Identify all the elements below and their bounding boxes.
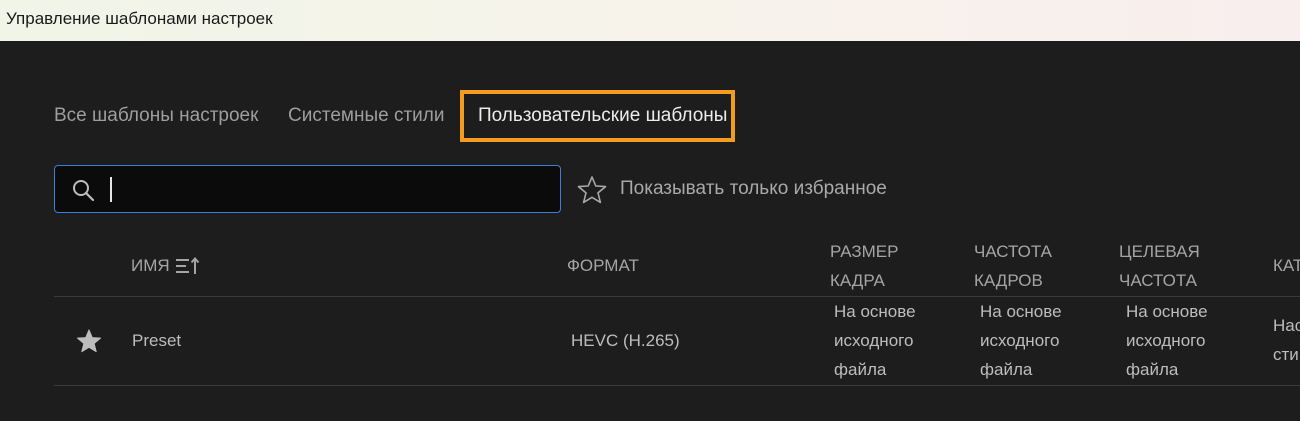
row-divider xyxy=(54,385,1300,386)
target-rate-cell-line3: файла xyxy=(1126,360,1179,379)
star-outline-icon[interactable] xyxy=(577,175,607,205)
column-header-frame-rate[interactable]: ЧАСТОТА КАДРОВ xyxy=(974,237,1094,295)
column-header-frame-size[interactable]: РАЗМЕР КАДРА xyxy=(830,237,950,295)
frame-size-cell: На основе исходного файла xyxy=(834,297,944,384)
tab-system-styles[interactable]: Системные стили xyxy=(288,90,444,142)
search-box xyxy=(54,165,561,213)
frame-size-cell-line2: исходного xyxy=(834,331,914,350)
star-filled-icon[interactable] xyxy=(76,328,102,354)
column-header-frame-size-line2: КАДРА xyxy=(830,271,885,290)
format-cell: HEVC (H.265) xyxy=(571,331,680,350)
category-cell: Нас сти xyxy=(1273,311,1300,369)
frame-size-cell-line1: На основе xyxy=(834,302,916,321)
frame-rate-cell-line1: На основе xyxy=(980,302,1062,321)
frame-rate-cell: На основе исходного файла xyxy=(980,297,1090,384)
category-cell-line2: сти xyxy=(1273,345,1299,364)
column-header-frame-rate-line1: ЧАСТОТА xyxy=(974,242,1053,261)
column-header-name[interactable]: ИМЯ xyxy=(131,251,200,280)
header-divider xyxy=(54,296,1300,297)
target-rate-cell: На основе исходного файла xyxy=(1126,297,1236,384)
sort-ascending-icon xyxy=(175,256,199,274)
column-header-format[interactable]: ФОРМАТ xyxy=(567,251,639,280)
preset-tabs: Все шаблоны настроек Системные стили Пол… xyxy=(0,90,900,142)
frame-size-cell-line3: файла xyxy=(834,360,887,379)
preset-name-cell: Preset xyxy=(132,331,182,350)
frame-rate-cell-line3: файла xyxy=(980,360,1033,379)
text-cursor xyxy=(110,177,112,202)
column-header-name-label: ИМЯ xyxy=(131,256,170,275)
category-cell-line1: Нас xyxy=(1273,316,1300,335)
frame-rate-cell-line2: исходного xyxy=(980,331,1060,350)
column-header-category[interactable]: КАТ xyxy=(1273,251,1300,280)
column-header-target-rate[interactable]: ЦЕЛЕВАЯ ЧАСТОТА xyxy=(1119,237,1239,295)
column-header-target-rate-line1: ЦЕЛЕВАЯ xyxy=(1119,242,1200,261)
column-header-frame-rate-line2: КАДРОВ xyxy=(974,271,1043,290)
window-title: Управление шаблонами настроек xyxy=(0,0,1300,41)
search-input[interactable] xyxy=(109,174,549,204)
tab-all-presets[interactable]: Все шаблоны настроек xyxy=(54,90,258,142)
column-header-target-rate-line2: ЧАСТОТА xyxy=(1119,271,1198,290)
tab-user-presets[interactable]: Пользовательские шаблоны xyxy=(460,90,735,142)
target-rate-cell-line2: исходного xyxy=(1126,331,1206,350)
show-favorites-only-toggle[interactable]: Показывать только избранное xyxy=(620,178,887,200)
column-header-frame-size-line1: РАЗМЕР xyxy=(830,242,899,261)
target-rate-cell-line1: На основе xyxy=(1126,302,1208,321)
search-icon xyxy=(73,180,95,202)
